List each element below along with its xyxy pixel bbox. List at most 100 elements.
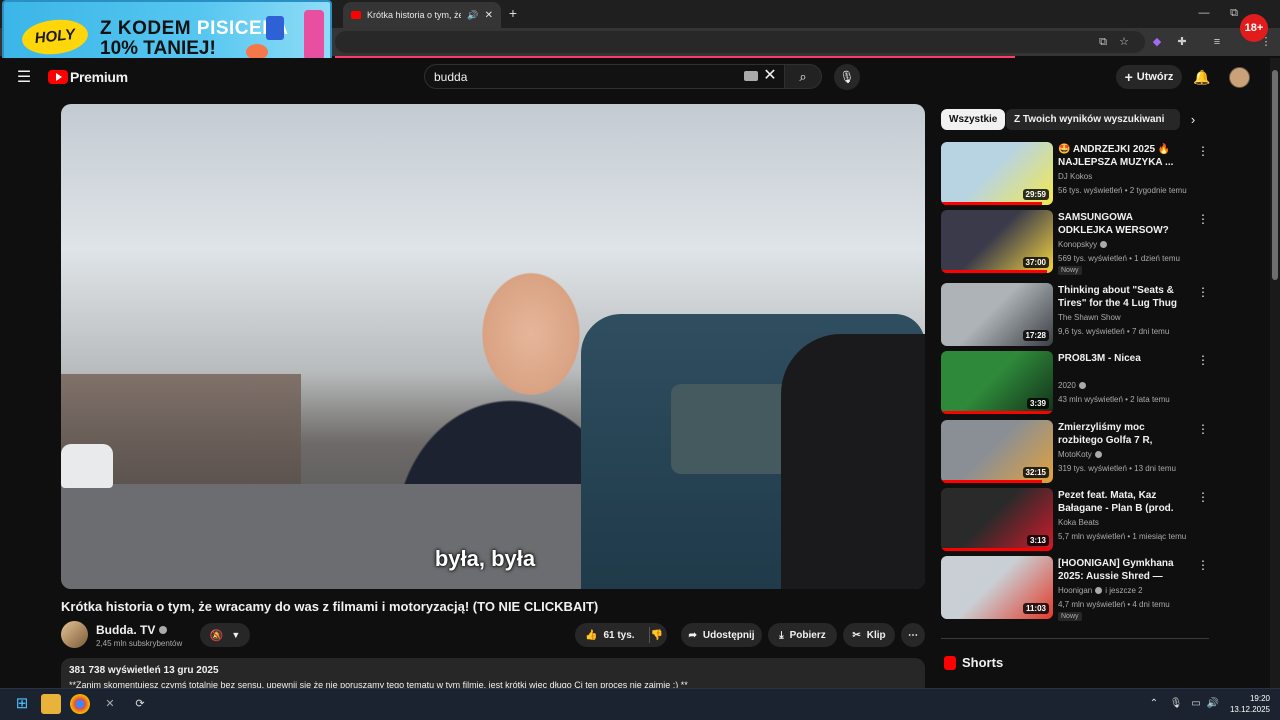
recommendation-channel[interactable]: DJ Kokos: [1058, 172, 1092, 181]
video-thumbnail[interactable]: 17:28: [941, 283, 1053, 346]
recommendation-title[interactable]: 🤩 ANDRZEJKI 2025 🔥 NAJLEPSZA MUZYKA ...: [1058, 143, 1190, 169]
download-button[interactable]: ⤓ Pobierz: [768, 623, 837, 647]
app-icon[interactable]: ⟳: [130, 694, 150, 714]
search-box[interactable]: [424, 64, 786, 89]
recommendation-channel[interactable]: Koka Beats: [1058, 518, 1099, 527]
search-button[interactable]: ⌕: [784, 64, 822, 89]
address-bar[interactable]: [335, 31, 1145, 53]
recommendation-title[interactable]: Thinking about "Seats & Tires" for the 4…: [1058, 284, 1190, 310]
recommendation-title[interactable]: SAMSUNGOWA ODKLEJKA WERSOW? (STANOWSKI, …: [1058, 211, 1190, 237]
promo-line-1: Z KODEM PISICELA: [100, 18, 289, 40]
recommendation-title[interactable]: Zmierzyliśmy moc rozbitego Golfa 7 R, kt…: [1058, 421, 1190, 447]
video-thumbnail[interactable]: 29:59: [941, 142, 1053, 205]
reading-list-icon[interactable]: ≡: [1208, 33, 1226, 51]
more-options-icon[interactable]: ⋮: [1197, 212, 1209, 228]
tab-close-icon[interactable]: ✕: [485, 10, 493, 21]
recommendation-channel-name[interactable]: MotoKoty: [1058, 450, 1092, 459]
subscribed-notifications-button[interactable]: 🔕 ▼: [200, 623, 250, 647]
volume-tray-icon[interactable]: 🔊: [1206, 697, 1220, 711]
channel-name-text[interactable]: Budda. TV: [96, 623, 155, 637]
more-options-icon[interactable]: ⋮: [1197, 558, 1209, 574]
recommendation-channel[interactable]: The Shawn Show: [1058, 313, 1121, 322]
chrome-icon[interactable]: [70, 694, 90, 714]
recommendation-channel[interactable]: 2020: [1058, 381, 1086, 390]
chip-more[interactable]: [1164, 109, 1180, 130]
clip-button[interactable]: ✂ Klip: [843, 623, 895, 647]
chevron-right-icon[interactable]: ›: [1184, 110, 1202, 130]
recommendation-item[interactable]: 3:13 Pezet feat. Mata, Kaz Bałagane - Pla…: [941, 488, 1209, 552]
video-thumbnail[interactable]: 37:00: [941, 210, 1053, 273]
hamburger-menu-icon[interactable]: ☰: [14, 68, 34, 88]
recommendation-meta: 5,7 mln wyświetleń • 1 miesiąc temu: [1058, 532, 1187, 541]
video-thumbnail[interactable]: 11:03: [941, 556, 1053, 619]
more-actions-button[interactable]: ⋯: [901, 623, 925, 647]
display-tray-icon[interactable]: ▭: [1189, 697, 1203, 711]
create-button[interactable]: + Utwórz: [1116, 65, 1182, 89]
minimize-button[interactable]: —: [1194, 3, 1214, 23]
more-options-icon[interactable]: ⋮: [1197, 422, 1209, 438]
create-label: Utwórz: [1136, 71, 1174, 83]
recommendation-channel[interactable]: Konopskyy: [1058, 240, 1108, 249]
share-button[interactable]: ➦ Udostępnij: [681, 623, 762, 647]
tab-title: Krótka historia o tym, że wracamy...: [367, 10, 462, 20]
video-thumbnail[interactable]: 3:13: [941, 488, 1053, 551]
verified-icon: [1100, 241, 1108, 248]
clear-search-icon[interactable]: ✕: [762, 67, 778, 85]
browser-tab[interactable]: Krótka historia o tym, że wracamy... 🔊 ✕: [343, 2, 501, 28]
recommendation-item[interactable]: 32:15 Zmierzyliśmy moc rozbitego Golfa 7 …: [941, 420, 1209, 484]
recommendation-item[interactable]: 17:28 Thinking about "Seats & Tires" for …: [941, 283, 1209, 347]
notifications-bell-icon[interactable]: 🔔: [1192, 67, 1212, 87]
recommendation-title[interactable]: PRO8L3M - Nicea: [1058, 352, 1190, 365]
taskbar-clock[interactable]: 19:20 13.12.2025: [1226, 693, 1270, 715]
more-options-icon[interactable]: ⋮: [1197, 353, 1209, 369]
video-thumbnail[interactable]: 3:39: [941, 351, 1053, 414]
voice-search-button[interactable]: 🎙: [834, 64, 860, 90]
recommendation-meta: 9,6 tys. wyświetleń • 7 dni temu: [1058, 327, 1170, 336]
recommendation-channel-name[interactable]: Konopskyy: [1058, 240, 1097, 249]
audio-icon[interactable]: 🔊: [467, 10, 478, 21]
extension-icon[interactable]: ◆: [1148, 33, 1166, 51]
channel-name[interactable]: Budda. TV: [96, 623, 168, 637]
mic-tray-icon[interactable]: 🎙: [1169, 697, 1183, 711]
install-app-icon[interactable]: ⧉: [1094, 33, 1112, 51]
download-label: Pobierz: [789, 629, 826, 641]
recommendation-channel-extra: i jeszcze 2: [1105, 586, 1143, 595]
windows-start-icon[interactable]: ⊞: [12, 694, 32, 714]
scrollbar-thumb[interactable]: [1272, 70, 1278, 280]
dislike-button[interactable]: 👎: [643, 623, 671, 647]
chip-all[interactable]: Wszystkie: [941, 109, 1006, 130]
recommendation-channel[interactable]: MotoKoty: [1058, 450, 1102, 459]
file-explorer-icon[interactable]: [41, 694, 61, 714]
video-thumbnail[interactable]: 32:15: [941, 420, 1053, 483]
user-avatar[interactable]: [1229, 67, 1250, 88]
video-player[interactable]: była, była: [61, 104, 925, 589]
chip-from-search[interactable]: Z Twoich wyników wyszukiwania: [1006, 109, 1178, 130]
more-options-icon[interactable]: ⋮: [1197, 490, 1209, 506]
recommendation-title[interactable]: [HOONIGAN] Gymkhana 2025: Aussie Shred —…: [1058, 557, 1190, 583]
youtube-logo-icon[interactable]: [48, 70, 68, 84]
recommendation-channel-name[interactable]: Hoonigan: [1058, 586, 1092, 595]
recommendation-item[interactable]: 37:00 SAMSUNGOWA ODKLEJKA WERSOW? (STANOW…: [941, 210, 1209, 275]
keyboard-icon[interactable]: [744, 71, 758, 81]
xbox-icon[interactable]: ✕: [100, 694, 120, 714]
new-tab-button[interactable]: +: [504, 4, 522, 22]
more-options-icon[interactable]: ⋮: [1197, 144, 1209, 160]
search-input[interactable]: budda: [434, 70, 467, 84]
shorts-divider: [941, 638, 1209, 639]
recommendation-channel-name[interactable]: 2020: [1058, 381, 1076, 390]
verified-icon: [159, 626, 168, 634]
recommendation-channel-name[interactable]: The Shawn Show: [1058, 313, 1121, 322]
bookmark-star-icon[interactable]: ☆: [1115, 33, 1133, 51]
recommendation-channel-name[interactable]: DJ Kokos: [1058, 172, 1092, 181]
tray-chevron-icon[interactable]: ⌃: [1147, 697, 1161, 711]
recommendation-channel[interactable]: Hoonigan i jeszcze 2: [1058, 586, 1143, 595]
recommendation-item[interactable]: 3:39 PRO8L3M - Nicea 2020 43 mln wyświetleń…: [941, 351, 1209, 415]
more-options-icon[interactable]: ⋮: [1197, 285, 1209, 301]
recommendation-title[interactable]: Pezet feat. Mata, Kaz Bałagane - Plan B …: [1058, 489, 1190, 515]
channel-avatar[interactable]: [61, 621, 88, 648]
recommendation-item[interactable]: 29:59 🤩 ANDRZEJKI 2025 🔥 NAJLEPSZA MUZYKA…: [941, 142, 1209, 206]
brand-label[interactable]: Premium: [70, 69, 128, 85]
extensions-puzzle-icon[interactable]: ✚: [1173, 33, 1191, 51]
recommendation-item[interactable]: 11:03 [HOONIGAN] Gymkhana 2025: Aussie Sh…: [941, 556, 1209, 621]
recommendation-channel-name[interactable]: Koka Beats: [1058, 518, 1099, 527]
